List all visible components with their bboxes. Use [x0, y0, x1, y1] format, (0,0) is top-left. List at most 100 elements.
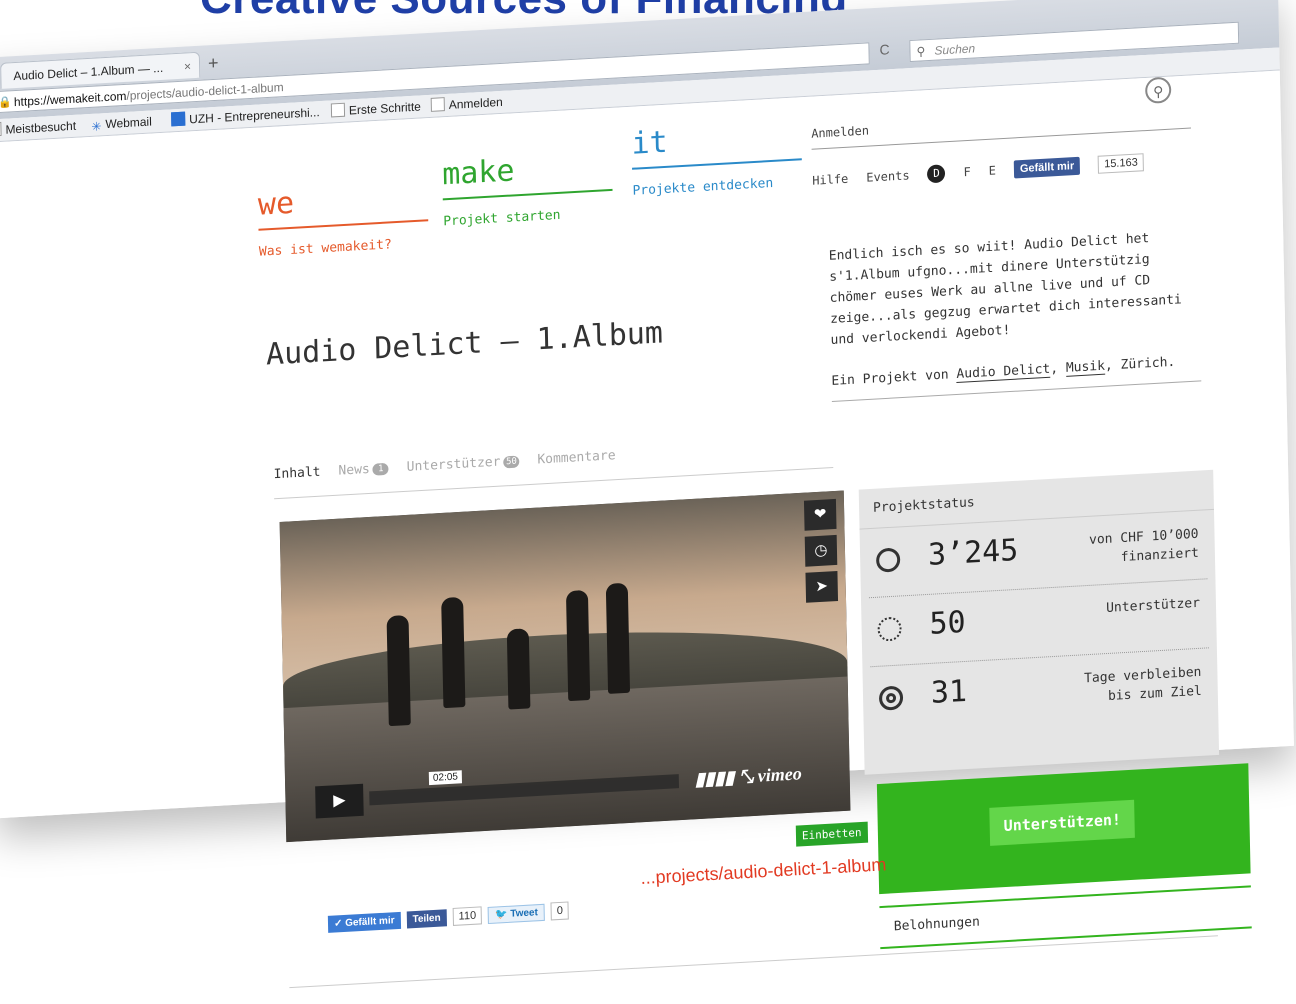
tab-label: News — [338, 461, 370, 479]
stat-label: Tage verbleiben bis zum Ziel — [1084, 664, 1202, 705]
embed-button[interactable]: Einbetten — [795, 821, 868, 847]
vimeo-logo[interactable]: ▮▮▮▮ ⤡ vimeo — [695, 763, 802, 790]
band-member — [441, 596, 466, 709]
folder-icon — [0, 121, 2, 137]
logo-word-it: it — [631, 124, 668, 162]
stat-value: 31 — [930, 673, 968, 711]
lang-f-button[interactable]: F — [963, 165, 971, 179]
page-title: Audio Delict – 1.Album — [265, 315, 664, 373]
stat-value: 50 — [929, 604, 966, 642]
search-icon[interactable]: ⚲ — [1144, 76, 1172, 105]
secondary-nav: Hilfe Events D F E Gefällt mir 15.163 — [812, 151, 1192, 190]
lang-e-button[interactable]: E — [989, 163, 997, 177]
bookmark-label: Webmail — [105, 114, 152, 132]
divider — [289, 935, 1218, 989]
lang-d-button[interactable]: D — [927, 164, 946, 184]
byline-prefix: Ein Projekt von — [831, 366, 957, 389]
new-tab-button[interactable]: + — [208, 53, 219, 75]
like-button[interactable]: ✓ Gefällt mir — [327, 911, 401, 933]
tweet-label: Tweet — [510, 906, 538, 920]
logo-make: make Projekt starten — [441, 148, 613, 230]
close-tab-icon[interactable]: × — [184, 53, 192, 79]
bookmark-anmelden[interactable]: Anmelden — [430, 91, 503, 117]
logo-word-we: we — [257, 185, 295, 223]
facebook-like-count: 15.163 — [1097, 153, 1144, 174]
clock-icon[interactable]: ◷ — [804, 534, 838, 567]
nav-projekt-starten[interactable]: Projekt starten — [443, 205, 613, 230]
band-member — [605, 582, 631, 694]
byline-city: , Zürich. — [1104, 354, 1176, 374]
stat-label: von CHF 10’000 finanziert — [1088, 526, 1200, 566]
content-tabs: Inhalt News 1 Unterstützer 50 Kommentare — [273, 435, 834, 500]
tab-label: Unterstützer — [406, 454, 501, 475]
tab-kommentare[interactable]: Kommentare — [537, 448, 615, 467]
support-box: Unterstützen! — [876, 763, 1251, 895]
tab-unterstuetzer[interactable]: Unterstützer 50 — [407, 454, 520, 475]
header-right: Anmelden Hilfe Events D F E Gefällt mir … — [811, 105, 1192, 190]
volume-icon[interactable]: ▮▮▮▮ ⤡ — [695, 766, 754, 789]
url-host: https://wemakeit.com — [13, 88, 127, 110]
url-path: /projects/audio-delict-1-album — [126, 80, 284, 103]
tweet-count: 0 — [550, 901, 570, 921]
tab-count-badge: 1 — [372, 462, 389, 476]
tab-title: Audio Delict – 1.Album — ... — [13, 60, 164, 84]
project-status-panel: Projektstatus 3’245 von CHF 10’000 finan… — [858, 469, 1220, 775]
events-link[interactable]: Events — [866, 168, 910, 184]
video-player[interactable]: ❤ ◷ ➤ ▶ 02:05 ▮▮▮▮ ⤡ vimeo — [279, 490, 851, 843]
search-placeholder: Suchen — [934, 41, 976, 58]
category-link[interactable]: Musik — [1065, 358, 1106, 377]
like-label: Gefällt mir — [345, 914, 395, 929]
bookmark-webmail[interactable]: ✳ Webmail — [91, 111, 152, 136]
web-page: we Was ist wemakeit? make Projekt starte… — [0, 70, 1294, 989]
tab-label: Inhalt — [273, 464, 321, 483]
band-member — [386, 614, 411, 727]
dotted-circle-icon — [877, 616, 902, 642]
project-description: Endlich isch es so wiit! Audio Delict he… — [828, 231, 1182, 348]
bookmark-label: Erste Schritte — [348, 99, 422, 118]
logo-we: we Was ist wemakeit? — [258, 178, 429, 260]
facebook-like-button[interactable]: Gefällt mir — [1013, 156, 1081, 179]
author-link[interactable]: Audio Delict — [956, 361, 1051, 383]
bookmark-label: Meistbesucht — [5, 118, 77, 137]
target-icon — [878, 685, 904, 711]
progress-circle-icon — [875, 547, 901, 573]
share-button[interactable]: Teilen — [406, 908, 447, 929]
bookmark-label: Anmelden — [448, 94, 503, 112]
band-member — [565, 589, 591, 702]
uzh-icon — [171, 111, 186, 127]
tweet-button[interactable]: 🐦 Tweet — [487, 903, 546, 924]
send-icon[interactable]: ➤ — [805, 570, 839, 603]
project-byline: Ein Projekt von Audio Delict, Musik, Zür… — [831, 353, 1202, 402]
login-link[interactable]: Anmelden — [811, 105, 1192, 150]
page-icon — [430, 97, 445, 112]
vimeo-brand: vimeo — [757, 763, 802, 786]
bookmark-label: UZH - Entrepreneurshi... — [189, 105, 320, 127]
video-side-buttons: ❤ ◷ ➤ — [803, 498, 839, 603]
tab-news[interactable]: News 1 — [338, 461, 389, 479]
help-link[interactable]: Hilfe — [812, 172, 848, 188]
stat-label: Unterstützer — [1106, 595, 1201, 616]
video-time: 02:05 — [428, 770, 463, 786]
logo-word-make: make — [441, 153, 515, 193]
caption-url: ...projects/audio-delict-1-album — [640, 854, 887, 888]
browser-window: Audio Delict – 1.Album — ... × + 🔒 https… — [0, 0, 1294, 989]
band-member — [506, 628, 531, 710]
nav-was-ist-wemakeit[interactable]: Was ist wemakeit? — [259, 235, 429, 259]
search-icon: ⚲ — [916, 44, 926, 59]
stat-value: 3’245 — [927, 532, 1019, 573]
tab-count-badge: 50 — [503, 455, 520, 469]
heart-icon[interactable]: ❤ — [803, 498, 837, 531]
tab-label: Kommentare — [537, 448, 616, 468]
logo-it: it Projekte entdecken — [631, 117, 802, 199]
webmail-icon: ✳ — [91, 119, 102, 134]
page-icon — [330, 102, 346, 118]
nav-projekte-entdecken[interactable]: Projekte entdecken — [632, 174, 802, 199]
play-button[interactable]: ▶ — [315, 783, 364, 819]
tab-inhalt[interactable]: Inhalt — [273, 465, 320, 483]
support-button[interactable]: Unterstützen! — [989, 799, 1136, 846]
rewards-section[interactable]: Belohnungen — [879, 885, 1252, 950]
share-count: 110 — [452, 906, 483, 926]
social-share-row: ✓ Gefällt mir Teilen 110 🐦 Tweet 0 — [327, 901, 570, 933]
reload-icon[interactable]: C — [879, 41, 889, 58]
lock-icon: 🔒 — [0, 96, 12, 110]
